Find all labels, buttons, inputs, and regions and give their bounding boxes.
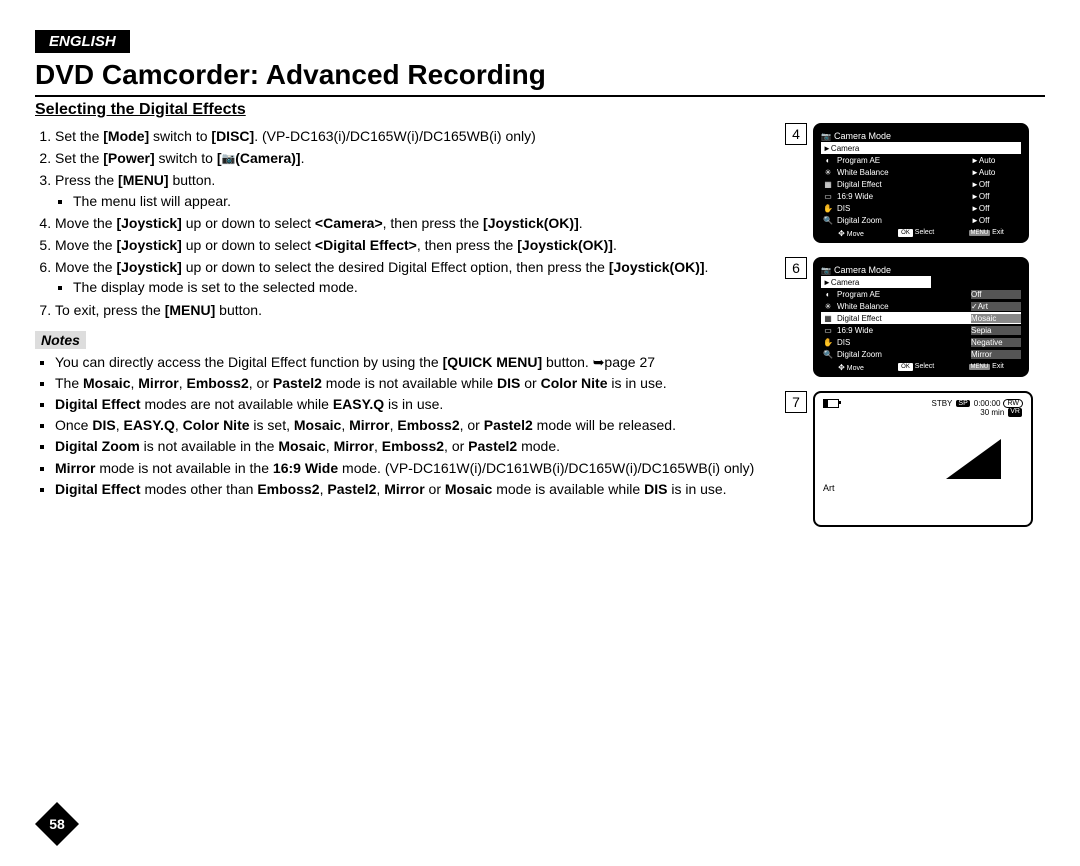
step-5: Move the [Joystick] up or down to select…	[55, 236, 775, 254]
menu-icon: ◐	[821, 290, 835, 299]
menu-value: ►Off	[971, 216, 1021, 225]
menu-value: ►Auto	[971, 156, 1021, 165]
menu-item: 16:9 Wide	[835, 192, 971, 201]
screen-title: Camera Mode	[834, 265, 891, 275]
menu-camera: ►Camera	[821, 144, 1021, 153]
section-title: Selecting the Digital Effects	[35, 101, 1045, 119]
menu-value: ►Off	[971, 180, 1021, 189]
menu-item: Program AE	[835, 290, 971, 299]
menu-value: Sepia	[971, 326, 1021, 335]
menu-item: White Balance	[835, 302, 971, 311]
menu-icon: ▭	[821, 192, 835, 201]
vr-badge: VR	[1008, 408, 1022, 417]
note-2: The Mosaic, Mirror, Emboss2, or Pastel2 …	[55, 374, 775, 392]
menu-icon: 🔍	[821, 216, 835, 225]
menu-icon: ✳	[821, 302, 835, 311]
step-6-sub: The display mode is set to the selected …	[73, 278, 775, 296]
menu-item-selected: Digital Effect	[835, 314, 971, 323]
menu-icon: ▦	[821, 314, 835, 323]
instructions-column: Set the [Mode] switch to [DISC]. (VP-DC1…	[35, 123, 775, 541]
screen-footer: ✥ MoveOK SelectMENU Exit	[821, 360, 1021, 373]
menu-value: Negative	[971, 338, 1021, 347]
note-3: Digital Effect modes are not available w…	[55, 395, 775, 413]
camera-icon: 📷	[821, 266, 831, 275]
menu-item: 16:9 Wide	[835, 326, 971, 335]
note-7: Digital Effect modes other than Emboss2,…	[55, 480, 775, 498]
time-label: 0:00:00	[974, 399, 1001, 408]
menu-item: DIS	[835, 338, 971, 347]
menu-value: ►Auto	[971, 168, 1021, 177]
content: Set the [Mode] switch to [DISC]. (VP-DC1…	[35, 123, 1045, 541]
camcorder-screen-7: STBY SP 0:00:00 RW 30 min VR Art	[813, 391, 1033, 527]
notes-label: Notes	[35, 331, 86, 349]
menu-item: Digital Effect	[835, 180, 971, 189]
menu-item: Digital Zoom	[835, 216, 971, 225]
menu-value: ►Off	[971, 192, 1021, 201]
camera-icon: 📷	[222, 152, 236, 166]
notes-list: You can directly access the Digital Effe…	[55, 353, 775, 498]
menu-icon: ◐	[821, 156, 835, 165]
menu-value: Off	[971, 290, 1021, 299]
screen-footer: ✥ MoveOK SelectMENU Exit	[821, 226, 1021, 239]
menu-value: ✓Art	[971, 302, 1021, 311]
menu-camera: ►Camera	[821, 278, 931, 287]
battery-icon	[823, 399, 839, 408]
menu-icon: ✋	[821, 204, 835, 213]
menu-value: Mirror	[971, 350, 1021, 359]
step-2: Set the [Power] switch to [📷(Camera)].	[55, 149, 775, 167]
step-7: To exit, press the [MENU] button.	[55, 301, 775, 319]
stby-label: STBY	[932, 399, 953, 408]
menu-item: Digital Zoom	[835, 350, 971, 359]
menu-item: White Balance	[835, 168, 971, 177]
figure-7: 7 STBY SP 0:00:00 RW 30 min VR Art	[785, 391, 1045, 527]
language-tab: ENGLISH	[35, 30, 130, 53]
effect-label: Art	[823, 483, 1023, 493]
menu-item: Program AE	[835, 156, 971, 165]
figure-4: 4 📷Camera Mode ►Camera ◐Program AE►Auto …	[785, 123, 1045, 243]
note-6: Mirror mode is not available in the 16:9…	[55, 459, 775, 477]
step-3: Press the [MENU] button. The menu list w…	[55, 171, 775, 209]
step-4: Move the [Joystick] up or down to select…	[55, 214, 775, 232]
menu-icon: ✋	[821, 338, 835, 347]
sp-badge: SP	[956, 400, 969, 407]
figure-number: 4	[785, 123, 807, 145]
page-title: DVD Camcorder: Advanced Recording	[35, 59, 1045, 97]
figure-6: 6 📷Camera Mode ►Camera ◐Program AEOff ✳W…	[785, 257, 1045, 377]
menu-icon: ▦	[821, 180, 835, 189]
figure-number: 6	[785, 257, 807, 279]
mountain-graphic	[946, 439, 1001, 479]
camcorder-screen-6: 📷Camera Mode ►Camera ◐Program AEOff ✳Whi…	[813, 257, 1029, 377]
menu-icon: ✳	[821, 168, 835, 177]
menu-item: DIS	[835, 204, 971, 213]
menu-value: ►Off	[971, 204, 1021, 213]
note-5: Digital Zoom is not available in the Mos…	[55, 437, 775, 455]
step-3-sub: The menu list will appear.	[73, 192, 775, 210]
screen-title: Camera Mode	[834, 131, 891, 141]
steps-list: Set the [Mode] switch to [DISC]. (VP-DC1…	[35, 127, 775, 319]
camera-icon: 📷	[821, 132, 831, 141]
note-4: Once DIS, EASY.Q, Color Nite is set, Mos…	[55, 416, 775, 434]
step-1: Set the [Mode] switch to [DISC]. (VP-DC1…	[55, 127, 775, 145]
note-1: You can directly access the Digital Effe…	[55, 353, 775, 371]
menu-icon: ▭	[821, 326, 835, 335]
rw-badge: RW	[1003, 399, 1023, 408]
page-number: 58	[35, 802, 79, 846]
camcorder-screen-4: 📷Camera Mode ►Camera ◐Program AE►Auto ✳W…	[813, 123, 1029, 243]
step-6: Move the [Joystick] up or down to select…	[55, 258, 775, 296]
menu-icon: 🔍	[821, 350, 835, 359]
figure-number: 7	[785, 391, 807, 413]
figures-column: 4 📷Camera Mode ►Camera ◐Program AE►Auto …	[785, 123, 1045, 541]
remaining-time: 30 min	[980, 408, 1004, 417]
menu-value: Mosaic	[971, 314, 1021, 323]
